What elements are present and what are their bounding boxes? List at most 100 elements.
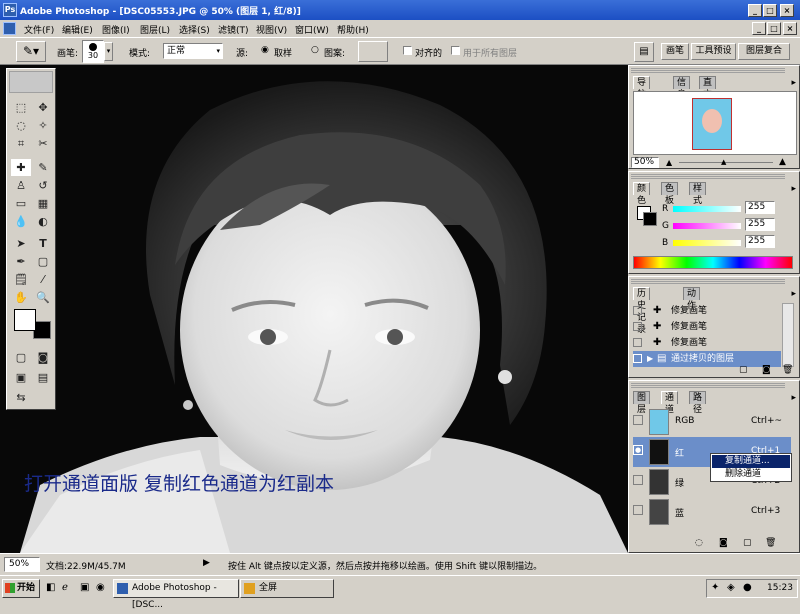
foreground-color-swatch[interactable] xyxy=(14,309,36,331)
marquee-tool-icon[interactable]: ⬚ xyxy=(11,99,31,116)
all-layers-checkbox[interactable] xyxy=(451,46,460,55)
file-browser-icon[interactable]: ▤ xyxy=(634,42,654,62)
pattern-radio[interactable]: ○ xyxy=(311,45,319,55)
status-zoom-field[interactable]: 50% xyxy=(4,557,40,572)
crop-tool-icon[interactable]: ⌗ xyxy=(11,135,31,152)
b-value-field[interactable]: 255 xyxy=(745,235,775,248)
r-slider[interactable] xyxy=(673,206,741,212)
tab-brushes[interactable]: 画笔 xyxy=(661,43,689,60)
doc-restore-button[interactable]: □ xyxy=(767,22,781,35)
tab-actions[interactable]: 动作 xyxy=(683,287,701,311)
history-item[interactable]: ✚ 修复画笔 xyxy=(633,303,781,319)
g-value-field[interactable]: 255 xyxy=(745,218,775,231)
history-scrollbar[interactable] xyxy=(782,303,794,367)
color-bg-swatch[interactable] xyxy=(643,212,657,226)
document-canvas[interactable]: 打开通道面版 复制红色通道为红副本 xyxy=(0,65,628,553)
menu-item-duplicate-channel[interactable]: 复制通道... xyxy=(712,455,790,468)
document-icon[interactable] xyxy=(3,22,16,35)
delete-channel-icon[interactable]: 🗑 xyxy=(765,538,776,548)
tab-paths[interactable]: 路径 xyxy=(689,391,707,415)
zoom-slider-handle[interactable]: ▲ xyxy=(721,158,726,166)
tab-layers[interactable]: 图层 xyxy=(633,391,651,415)
aligned-checkbox[interactable] xyxy=(403,46,412,55)
status-doc-size[interactable]: 文档:22.9M/45.7M xyxy=(46,559,126,572)
tab-histogram[interactable]: 直方图 xyxy=(699,76,717,112)
ie-icon[interactable]: ℯ xyxy=(62,582,68,593)
tab-info[interactable]: 信息 xyxy=(673,76,691,100)
menu-edit[interactable]: 编辑(E) xyxy=(62,23,93,36)
full-screen-mode-icon[interactable]: ▤ xyxy=(33,369,53,386)
brush-size-picker[interactable]: 30 xyxy=(82,40,104,63)
tray-antivirus-icon[interactable]: ● xyxy=(743,582,752,593)
history-snapshot-checkbox[interactable] xyxy=(633,306,642,315)
panel-grip[interactable] xyxy=(631,68,785,73)
standard-mode-icon[interactable]: ▢ xyxy=(11,349,31,366)
sampled-radio[interactable]: ◉ xyxy=(261,45,269,55)
panel-menu-arrow-icon[interactable]: ▸ xyxy=(791,184,796,194)
doc-minimize-button[interactable]: _ xyxy=(752,22,766,35)
new-document-from-state-icon[interactable]: ▢ xyxy=(739,365,748,375)
history-snapshot-checkbox[interactable] xyxy=(633,338,642,347)
history-item-selected[interactable]: ▶ ▤ 通过拷贝的图层 xyxy=(633,351,781,367)
menu-window[interactable]: 窗口(W) xyxy=(295,23,329,36)
panel-menu-arrow-icon[interactable]: ▸ xyxy=(791,393,796,403)
new-channel-icon[interactable]: ▢ xyxy=(743,538,752,548)
color-spectrum-ramp[interactable] xyxy=(633,256,793,269)
tab-styles[interactable]: 样式 xyxy=(689,182,707,206)
lasso-tool-icon[interactable]: ◌ xyxy=(11,117,31,134)
start-button[interactable]: 开始 xyxy=(2,579,40,598)
menu-select[interactable]: 选择(S) xyxy=(179,23,210,36)
taskbar-photoshop-button[interactable]: Adobe Photoshop - [DSC... xyxy=(113,579,239,610)
history-brush-tool-icon[interactable]: ↺ xyxy=(33,177,53,194)
healing-brush-preset-picker[interactable]: ✎▾ xyxy=(16,41,46,62)
feather-logo-icon[interactable] xyxy=(9,71,53,93)
tray-volume-icon[interactable]: ◈ xyxy=(727,582,735,593)
tab-history[interactable]: 历史记录 xyxy=(633,287,651,335)
menu-item-delete-channel[interactable]: 删除通道 xyxy=(712,468,790,481)
tab-swatches[interactable]: 色板 xyxy=(661,182,679,206)
taskbar-fullscreen-button[interactable]: 全屏 xyxy=(240,579,334,598)
hand-tool-icon[interactable]: ✋ xyxy=(11,289,31,306)
mode-select[interactable]: 正常 ▾ xyxy=(163,43,223,59)
visibility-toggle[interactable] xyxy=(633,415,643,425)
dodge-tool-icon[interactable]: ◐ xyxy=(33,213,53,230)
panel-grip[interactable] xyxy=(631,174,785,179)
doc-close-button[interactable]: × xyxy=(783,22,797,35)
pattern-picker[interactable] xyxy=(358,41,388,62)
history-item[interactable]: ✚ 修复画笔 xyxy=(633,319,781,335)
eye-icon[interactable]: ● xyxy=(633,445,643,455)
menu-file[interactable]: 文件(F) xyxy=(24,23,54,36)
navigator-zoom-field[interactable]: 50% xyxy=(631,157,659,168)
tab-layer-comps[interactable]: 图层复合 xyxy=(738,43,790,60)
panel-grip[interactable] xyxy=(631,279,785,284)
trash-icon[interactable]: 🗑 xyxy=(782,365,793,375)
move-tool-icon[interactable]: ✥ xyxy=(33,99,53,116)
new-snapshot-icon[interactable]: ◙ xyxy=(762,365,771,375)
tray-network-icon[interactable]: ✦ xyxy=(711,582,719,593)
zoom-in-icon[interactable]: ▲ xyxy=(779,157,786,167)
close-button[interactable]: × xyxy=(780,4,794,17)
panel-menu-arrow-icon[interactable]: ▸ xyxy=(791,289,796,299)
quicklaunch-icon[interactable]: ▣ xyxy=(80,582,89,593)
panel-grip[interactable] xyxy=(631,383,785,388)
visibility-toggle[interactable] xyxy=(633,505,643,515)
type-tool-icon[interactable]: T xyxy=(33,235,53,252)
quicklaunch-media-icon[interactable]: ◉ xyxy=(96,582,105,593)
b-slider[interactable] xyxy=(673,240,741,246)
screen-mode-icon[interactable]: ▣ xyxy=(11,369,31,386)
eraser-tool-icon[interactable]: ▭ xyxy=(11,195,31,212)
photoshop-app-icon[interactable]: Ps xyxy=(3,3,17,17)
show-desktop-icon[interactable]: ◧ xyxy=(46,582,55,593)
gradient-tool-icon[interactable]: ▦ xyxy=(33,195,53,212)
panel-menu-arrow-icon[interactable]: ▸ xyxy=(791,78,796,88)
pen-tool-icon[interactable]: ✒ xyxy=(11,253,31,270)
load-channel-selection-icon[interactable]: ◌ xyxy=(695,538,703,548)
menu-help[interactable]: 帮助(H) xyxy=(337,23,369,36)
path-selection-tool-icon[interactable]: ➤ xyxy=(11,235,31,252)
navigator-preview[interactable] xyxy=(633,91,797,155)
save-selection-channel-icon[interactable]: ◙ xyxy=(719,538,728,548)
menu-image[interactable]: 图像(I) xyxy=(102,23,130,36)
channel-row-blue[interactable]: 蓝 Ctrl+3 xyxy=(633,497,791,527)
tab-color[interactable]: 颜色 xyxy=(633,182,651,206)
history-snapshot-checkbox[interactable] xyxy=(633,354,642,363)
